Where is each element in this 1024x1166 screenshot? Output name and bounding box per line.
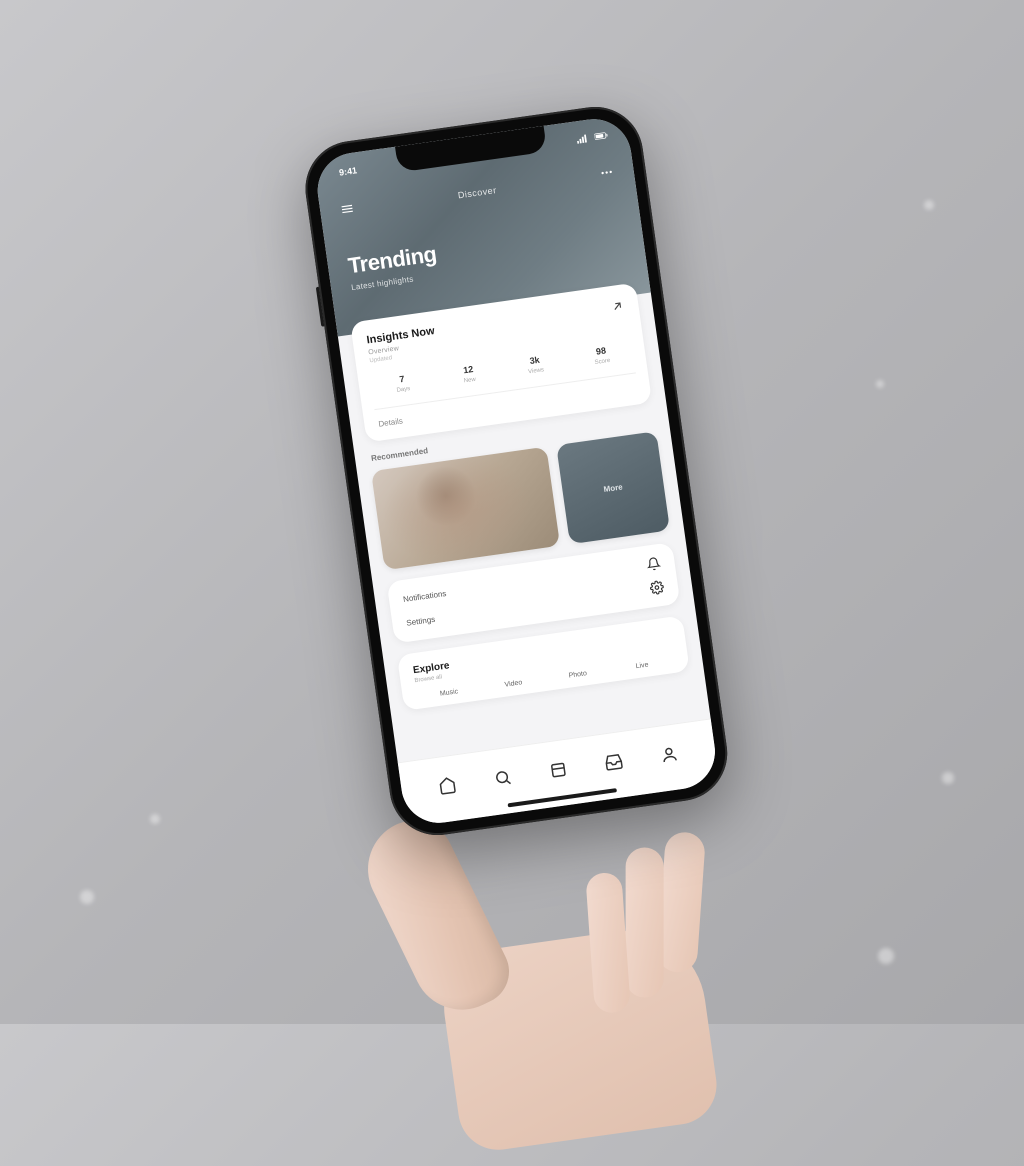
stat-item: 3k Views (505, 351, 566, 378)
arrow-up-right-icon[interactable] (609, 298, 626, 319)
action-label: Settings (406, 614, 436, 627)
stat-item: 12 New (438, 361, 499, 388)
tab-bar (398, 718, 720, 827)
gear-icon (649, 580, 665, 596)
search-icon (493, 767, 513, 787)
stat-item: 7 Days (372, 370, 433, 397)
signal-icon (576, 132, 591, 144)
media-card-primary[interactable] (371, 447, 560, 571)
tab-home[interactable] (437, 775, 457, 795)
explore-col[interactable]: Video (481, 676, 546, 692)
library-icon (548, 759, 568, 779)
phone-frame: 9:41 Discover Trending Latest h (299, 101, 733, 842)
hero-top-label: Discover (457, 185, 497, 200)
explore-col[interactable]: Music (416, 685, 481, 701)
user-icon (659, 744, 679, 764)
explore-col[interactable]: Live (610, 658, 675, 674)
media-card-secondary[interactable]: More (556, 431, 670, 544)
options-icon[interactable] (599, 165, 615, 184)
tab-inbox[interactable] (604, 752, 624, 772)
explore-col[interactable]: Photo (545, 667, 610, 683)
tab-search[interactable] (493, 767, 513, 787)
stat-item: 98 Score (571, 342, 632, 369)
tab-library[interactable] (548, 759, 568, 779)
tab-profile[interactable] (659, 744, 679, 764)
status-time: 9:41 (338, 165, 357, 177)
bell-icon (646, 556, 662, 572)
inbox-icon (604, 752, 624, 772)
action-label: Notifications (402, 588, 446, 603)
home-icon (437, 775, 457, 795)
menu-icon[interactable] (339, 201, 355, 220)
battery-icon (594, 130, 609, 142)
media-side-label: More (603, 482, 623, 494)
home-indicator[interactable] (508, 788, 617, 807)
screen: 9:41 Discover Trending Latest h (313, 114, 720, 827)
